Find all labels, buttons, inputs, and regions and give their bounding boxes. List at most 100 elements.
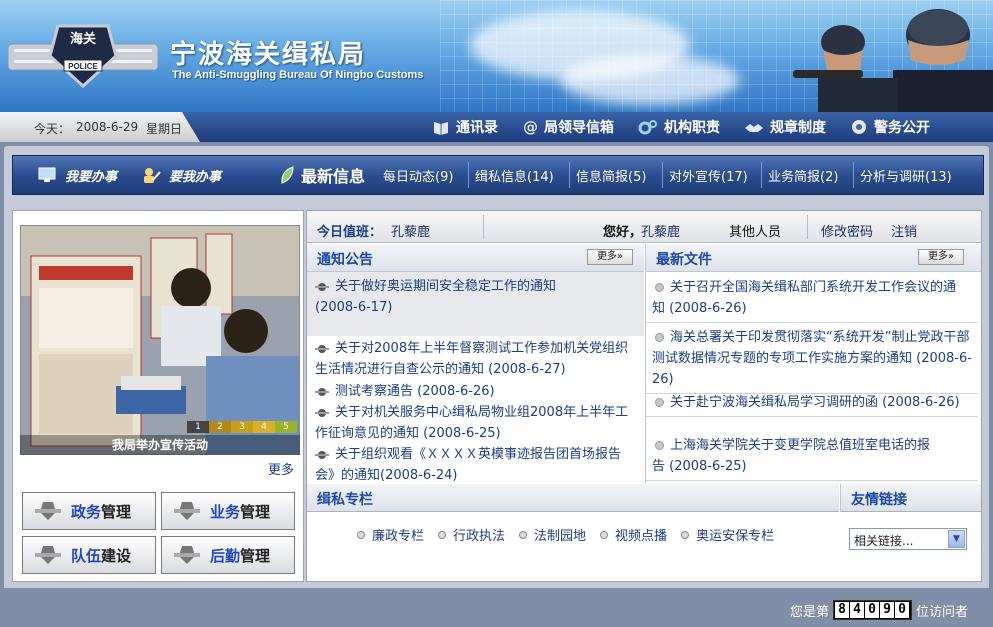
notice-item[interactable]: 关于组织观看《ＸＸＸＸ英模事迹报告团首场报告会》的通知(2008-6-24) <box>315 444 635 486</box>
other-people-link[interactable]: 其他人员 <box>729 221 781 240</box>
friend-links-selected: 相关链接... <box>854 534 914 548</box>
bullet-icon <box>315 344 329 353</box>
sub-nav-bar: 我要办事 要我办事 最新信息 每日动态(9) 缉私信息(14) 信息简报(5) … <box>12 155 984 195</box>
file-item[interactable]: 海关总署关于印发贯彻落实“系统开发”制止党政干部测试数据情况专题的专项工作实施方… <box>646 324 978 394</box>
subnav-item-label: 缉私信息(14) <box>475 169 554 185</box>
column-link-label: 行政执法 <box>453 529 506 544</box>
mgmt-accent: 政务 <box>71 502 102 521</box>
subnav-item-label: 信息简报(5) <box>576 169 647 185</box>
column-link-label: 奥运安保专栏 <box>696 529 775 544</box>
mgmt-rest: 建设 <box>101 546 132 565</box>
emblem-icon <box>174 502 200 520</box>
government-affairs-button[interactable]: 政务 管理 <box>22 492 156 530</box>
column-link[interactable]: 视频点播 <box>600 525 667 544</box>
column-title: 缉私专栏 <box>317 492 373 508</box>
column-header: 缉私专栏 <box>307 484 839 512</box>
column-link-label: 廉政专栏 <box>372 529 425 544</box>
files-title: 最新文件 <box>656 252 712 268</box>
pager-4[interactable]: 4 <box>253 421 275 433</box>
bullet-icon <box>315 408 329 417</box>
bullet-icon <box>315 282 329 291</box>
nav-org-duties[interactable]: 机构职责 <box>626 112 732 142</box>
notice-item[interactable]: 测试考察通告 (2008-6-26) <box>315 381 635 402</box>
subnav-item-briefing[interactable]: 信息简报(5) <box>576 156 646 194</box>
photo-more-link[interactable]: 更多 <box>268 459 294 478</box>
visitor-suffix: 位访问者 <box>916 604 969 620</box>
logout-link[interactable]: 注销 <box>891 221 917 240</box>
notice-item[interactable]: 关于对机关服务中心缉私局物业组2008年上半年工作征询意见的通知 (2008-6… <box>315 402 635 444</box>
notice-item[interactable]: 关于对2008年上半年督察测试工作参加机关党组织生活情况进行自查公示的通知 (2… <box>315 338 635 380</box>
subnav-item-business[interactable]: 业务简报(2) <box>768 156 838 194</box>
bullet-icon <box>655 441 664 450</box>
divider <box>761 162 762 188</box>
nav-regulations[interactable]: 规章制度 <box>732 112 838 142</box>
divider <box>483 215 484 239</box>
bullet-icon <box>519 530 528 539</box>
pager-1[interactable]: 1 <box>187 421 209 433</box>
pager-3[interactable]: 3 <box>231 421 253 433</box>
nav-regulations-label: 规章制度 <box>770 120 826 136</box>
emblem-icon <box>35 546 61 564</box>
column-link[interactable]: 法制园地 <box>519 525 586 544</box>
file-item[interactable]: 关于赴宁波海关缉私局学习调研的函 (2008-6-26) <box>646 389 978 417</box>
friend-links-select[interactable]: 相关链接... ▼ <box>849 528 967 550</box>
pager-2[interactable]: 2 <box>209 421 231 433</box>
pager-5[interactable]: 5 <box>275 421 297 433</box>
mgmt-rest: 管理 <box>240 502 271 521</box>
business-management-button[interactable]: 业务 管理 <box>161 492 295 530</box>
column-link[interactable]: 廉政专栏 <box>357 525 424 544</box>
chevron-down-icon[interactable]: ▼ <box>948 530 965 548</box>
subnav-item-publicity[interactable]: 对外宣传(17) <box>669 156 748 194</box>
notice-text: 关于对2008年上半年督察测试工作参加机关党组织生活情况进行自查公示的通知 <box>315 341 629 377</box>
column-links: 廉政专栏 行政执法 法制园地 视频点播 奥运安保专栏 <box>357 525 788 544</box>
request-work-button[interactable]: 要我办事 <box>141 156 221 194</box>
counter-digit: 0 <box>895 602 910 618</box>
nav-contacts[interactable]: 通讯录 <box>420 112 510 142</box>
visitor-counter: 您是第 8 4 0 9 0 位访问者 <box>790 600 968 620</box>
notice-item[interactable]: 关于做好奥运期间安全稳定工作的通知 (2008-6-17) <box>315 276 635 318</box>
subnav-item-research[interactable]: 分析与调研(13) <box>860 156 952 194</box>
column-link[interactable]: 奥运安保专栏 <box>681 525 774 544</box>
header-banner: 海关 POLICE 宁波海关缉私局 The Anti-Smuggling Bur… <box>0 0 993 112</box>
date-label: 今天： <box>34 122 71 136</box>
bullet-icon <box>681 530 690 539</box>
team-building-button[interactable]: 队伍 建设 <box>22 536 156 574</box>
notices-section: 通知公告 更多» 关于做好奥运期间安全稳定工作的通知 (2008-6-17) 关于… <box>307 244 644 484</box>
logistics-management-button[interactable]: 后勤 管理 <box>161 536 295 574</box>
nav-police-affairs[interactable]: 警务公开 <box>838 112 942 142</box>
change-password-link[interactable]: 修改密码 <box>821 221 873 240</box>
user-bar: 今日值班： 孔藜鹿 您好， 孔藜鹿 其他人员 修改密码 注销 <box>307 211 981 243</box>
subnav-item-label: 对外宣传(17) <box>669 169 748 185</box>
police-emblem-logo: 海关 POLICE <box>7 22 159 90</box>
notices-more-button[interactable]: 更多» <box>587 249 633 265</box>
nav-org-duties-label: 机构职责 <box>664 120 720 136</box>
notice-date: (2008-6-27) <box>488 362 566 377</box>
mgmt-rest: 管理 <box>240 546 271 565</box>
latest-info-tab[interactable]: 最新信息 <box>279 156 365 194</box>
notice-date: (2008-6-17) <box>315 300 393 315</box>
friend-links-header: 友情链接 <box>840 484 981 512</box>
bullet-icon <box>438 530 447 539</box>
friend-links-title: 友情链接 <box>851 492 907 508</box>
column-link-label: 法制园地 <box>534 529 587 544</box>
notice-text: 测试考察通告 <box>335 384 414 399</box>
mgmt-rest: 管理 <box>101 502 132 521</box>
file-item[interactable]: 关于召开全国海关缉私部门系统开发工作会议的通知 (2008-6-26) <box>646 274 978 323</box>
subnav-item-label: 业务简报(2) <box>768 169 839 185</box>
mgmt-accent: 业务 <box>210 502 241 521</box>
file-item[interactable]: 上海海关学院关于变更学院总值班室电话的报告 (2008-6-25) <box>646 432 978 481</box>
book-icon <box>434 122 448 135</box>
files-more-button[interactable]: 更多» <box>918 249 964 265</box>
divider <box>569 162 570 188</box>
site-subtitle: The Anti-Smuggling Bureau Of Ningbo Cust… <box>172 69 424 81</box>
photo-caption: 我局举办宣传活动 <box>20 435 300 455</box>
subnav-item-smuggling[interactable]: 缉私信息(14) <box>475 156 554 194</box>
my-work-button[interactable]: 我要办事 <box>37 156 117 194</box>
nav-leader-mailbox[interactable]: @ 局领导信箱 <box>510 112 626 142</box>
banner-cloud <box>560 55 740 105</box>
column-link[interactable]: 行政执法 <box>438 525 505 544</box>
subnav-item-daily[interactable]: 每日动态(9) <box>383 156 453 194</box>
site-title: 宁波海关缉私局 <box>170 40 367 70</box>
handshake-icon <box>745 124 763 132</box>
svg-text:海关: 海关 <box>70 31 96 47</box>
